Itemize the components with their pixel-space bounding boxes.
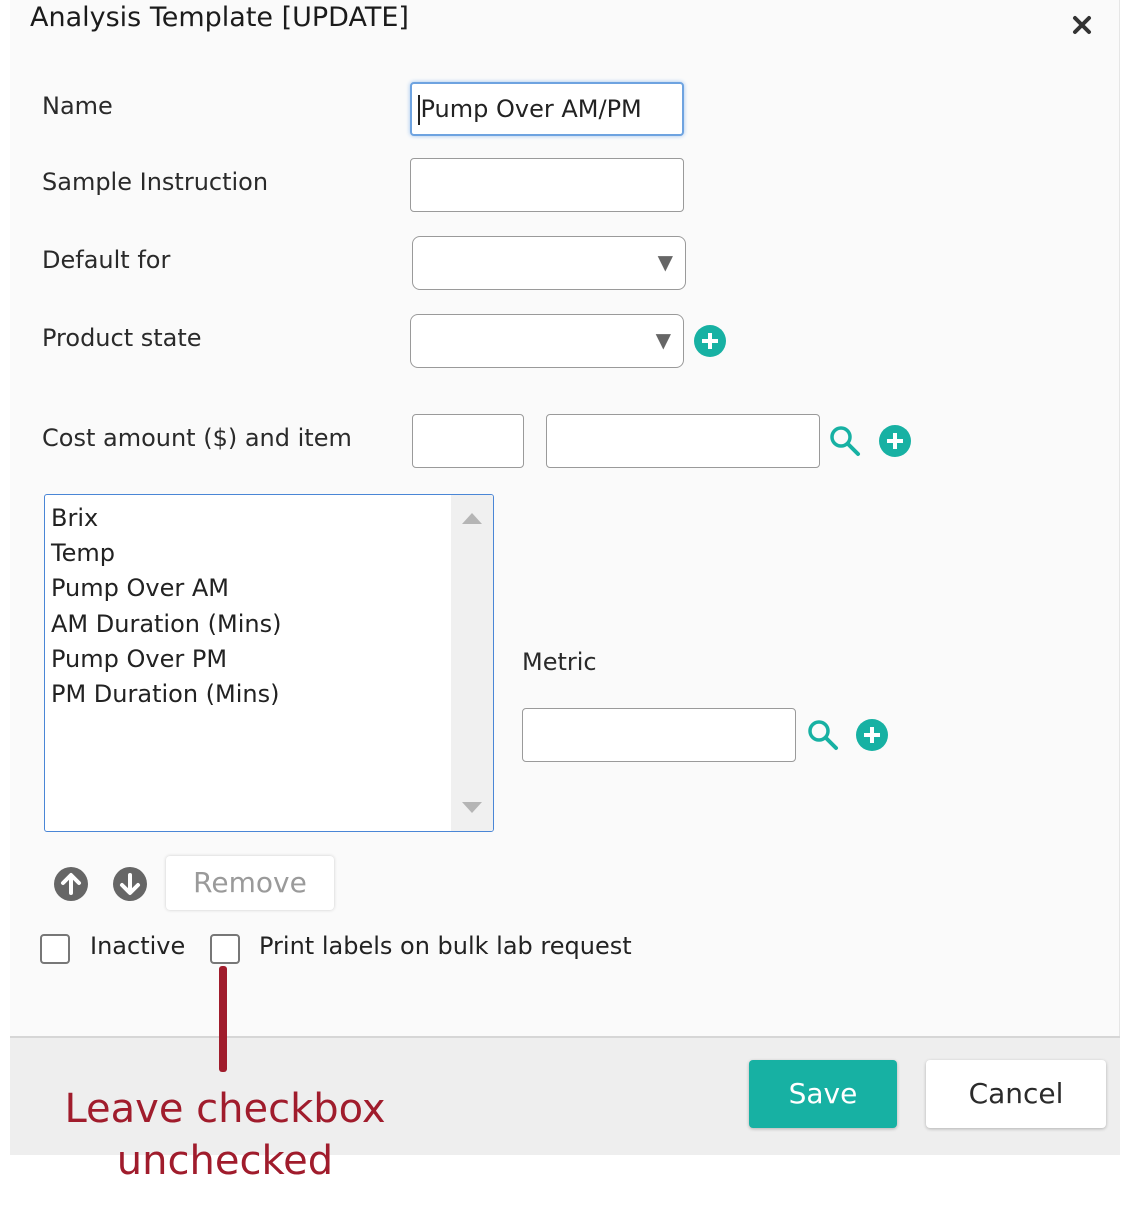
list-item[interactable]: Pump Over PM xyxy=(51,642,281,677)
cancel-button[interactable]: Cancel xyxy=(926,1060,1106,1128)
list-item[interactable]: Pump Over AM xyxy=(51,571,281,606)
save-button[interactable]: Save xyxy=(749,1060,897,1128)
remove-button[interactable]: Remove xyxy=(166,856,334,910)
cost-item-input[interactable] xyxy=(546,414,820,468)
move-up-arrow-icon[interactable] xyxy=(53,866,89,902)
metric-search-icon[interactable] xyxy=(806,718,840,752)
print-labels-label: Print labels on bulk lab request xyxy=(259,932,632,960)
metric-label: Metric xyxy=(522,648,597,676)
default-for-select[interactable]: ▼ xyxy=(412,236,686,290)
name-input-value: Pump Over AM/PM xyxy=(420,95,642,123)
scrollbar[interactable] xyxy=(451,495,493,831)
inactive-checkbox[interactable] xyxy=(40,934,70,964)
scroll-up-arrow-icon[interactable] xyxy=(461,511,483,525)
scroll-down-arrow-icon[interactable] xyxy=(461,801,483,815)
add-product-state-plus-icon[interactable] xyxy=(693,324,727,358)
annotation-pointer-line xyxy=(219,966,227,1072)
list-item[interactable]: AM Duration (Mins) xyxy=(51,607,281,642)
print-labels-checkbox[interactable] xyxy=(210,934,240,964)
list-item[interactable]: PM Duration (Mins) xyxy=(51,677,281,712)
product-state-label: Product state xyxy=(42,324,202,352)
add-metric-plus-icon[interactable] xyxy=(855,718,889,752)
sample-instruction-label: Sample Instruction xyxy=(42,168,269,196)
sample-instruction-input[interactable] xyxy=(410,158,684,212)
default-for-label: Default for xyxy=(42,246,171,274)
dropdown-arrow-icon: ▼ xyxy=(657,250,673,274)
inactive-label: Inactive xyxy=(90,932,186,960)
metrics-listbox[interactable]: Brix Temp Pump Over AM AM Duration (Mins… xyxy=(44,494,494,832)
list-item[interactable]: Brix xyxy=(51,501,281,536)
cost-label: Cost amount ($) and item xyxy=(42,424,352,452)
close-icon[interactable] xyxy=(1067,10,1097,40)
dropdown-arrow-icon: ▼ xyxy=(655,328,671,352)
name-label: Name xyxy=(42,92,113,120)
product-state-select[interactable]: ▼ xyxy=(410,314,684,368)
cost-amount-input[interactable] xyxy=(412,414,524,468)
list-item[interactable]: Temp xyxy=(51,536,281,571)
dialog-title: Analysis Template [UPDATE] xyxy=(30,2,409,33)
move-down-arrow-icon[interactable] xyxy=(112,866,148,902)
add-cost-item-plus-icon[interactable] xyxy=(878,424,912,458)
text-caret xyxy=(418,95,420,125)
metric-input[interactable] xyxy=(522,708,796,762)
metrics-list: Brix Temp Pump Over AM AM Duration (Mins… xyxy=(51,501,281,712)
analysis-template-dialog: Analysis Template [UPDATE] Name Pump Ove… xyxy=(10,0,1120,1155)
search-icon[interactable] xyxy=(828,424,862,458)
annotation-callout: Leave checkbox unchecked xyxy=(64,1086,386,1184)
name-input[interactable]: Pump Over AM/PM xyxy=(410,82,684,136)
